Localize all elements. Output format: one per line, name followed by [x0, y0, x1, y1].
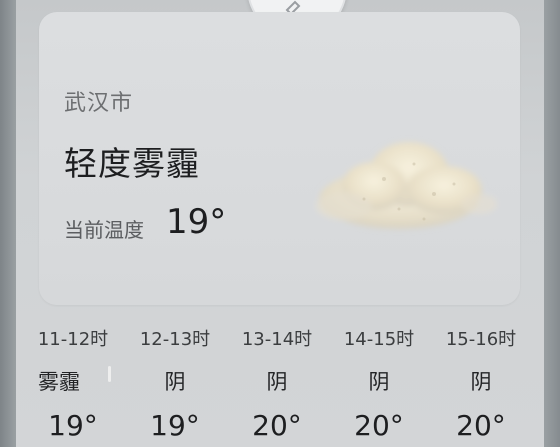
hourly-forecast[interactable]: 11-12时 雾霾 19° 12-13时 阴 19° 13-14时 阴 20° …	[22, 322, 532, 447]
hour-temp: 19°	[48, 409, 98, 442]
weather-card[interactable]: 武汉市 轻度雾霾 当前温度 19°	[39, 12, 520, 305]
current-temp-value: 19°	[166, 202, 227, 242]
hour-temp: 19°	[150, 409, 200, 442]
hour-condition: 阴	[164, 370, 186, 394]
city-name: 武汉市	[64, 91, 134, 116]
hourly-item: 13-14时 阴 20°	[226, 322, 328, 447]
haze-cloud-icon	[316, 142, 497, 229]
hour-time: 13-14时	[241, 329, 313, 350]
hourly-item: 12-13时 阴 19°	[124, 322, 226, 447]
background-right-edge	[544, 0, 560, 447]
current-temp-label: 当前温度	[64, 218, 144, 242]
hour-condition: 雾霾	[38, 370, 80, 394]
hour-time: 15-16时	[445, 329, 517, 350]
scroll-indicator	[108, 366, 111, 382]
hourly-item: 11-12时 雾霾 19°	[22, 322, 124, 447]
hour-temp: 20°	[456, 409, 506, 442]
hour-temp: 20°	[252, 409, 302, 442]
hour-condition: 阴	[470, 370, 492, 394]
hour-condition: 阴	[266, 370, 288, 394]
hour-time: 14-15时	[343, 329, 415, 350]
hourly-item: 15-16时 阴 20°	[430, 322, 532, 447]
hour-condition: 阴	[368, 370, 390, 394]
hourly-item: 14-15时 阴 20°	[328, 322, 430, 447]
hour-time: 12-13时	[139, 329, 211, 350]
hour-temp: 20°	[354, 409, 404, 442]
hour-time: 11-12时	[37, 329, 109, 350]
weather-condition: 轻度雾霾	[64, 144, 200, 183]
